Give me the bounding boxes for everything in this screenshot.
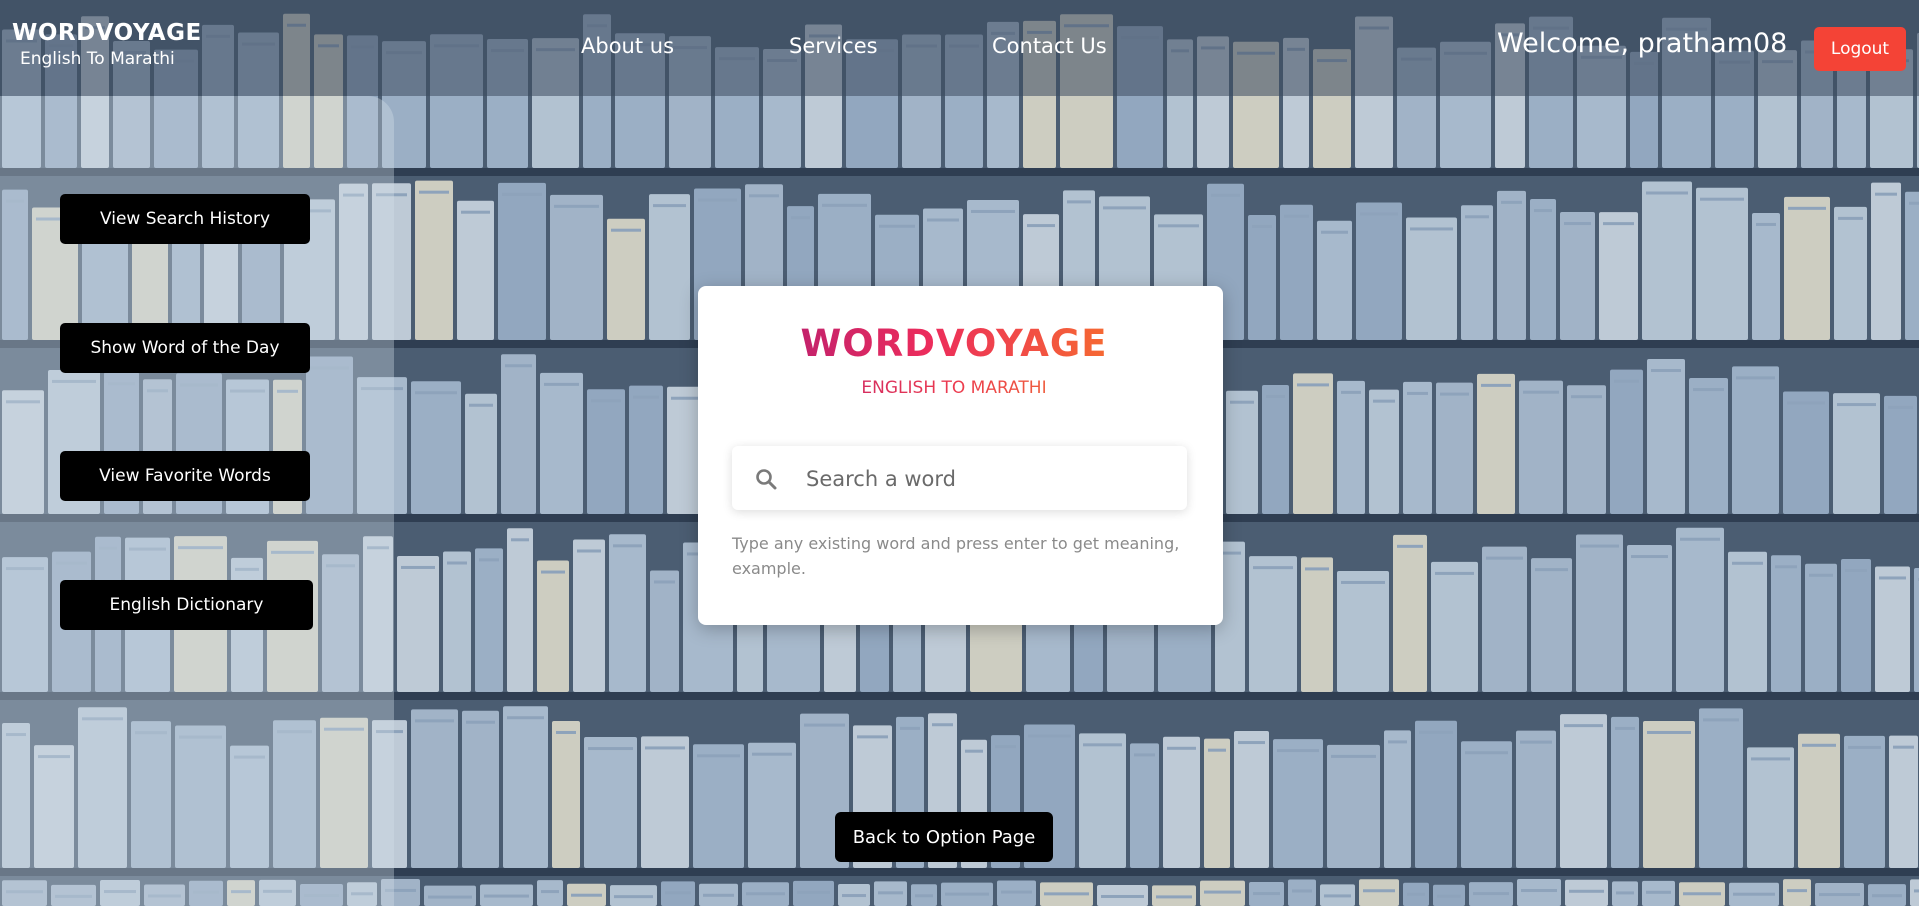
search-icon[interactable] [754, 467, 778, 491]
top-navbar: WORDVOYAGE English To Marathi About us S… [0, 0, 1919, 96]
welcome-message: Welcome, pratham08 [1497, 28, 1788, 59]
english-dictionary-button[interactable]: English Dictionary [60, 580, 313, 630]
search-box[interactable] [732, 446, 1187, 510]
search-input[interactable] [804, 456, 1168, 502]
logout-button[interactable]: Logout [1814, 27, 1906, 71]
back-to-option-page-button[interactable]: Back to Option Page [835, 812, 1053, 862]
view-search-history-button[interactable]: View Search History [60, 194, 310, 244]
nav-about-link[interactable]: About us [581, 34, 674, 58]
brand-subtitle: English To Marathi [20, 49, 175, 69]
nav-services-link[interactable]: Services [789, 34, 878, 58]
brand-title[interactable]: WORDVOYAGE [12, 18, 202, 48]
search-hint: Type any existing word and press enter t… [732, 534, 1180, 578]
word-of-the-day-button[interactable]: Show Word of the Day [60, 323, 310, 373]
brand: WORDVOYAGE English To Marathi [12, 18, 202, 70]
card-subtitle: ENGLISH TO MARATHI [698, 378, 1210, 398]
nav-contact-link[interactable]: Contact Us [992, 34, 1107, 58]
search-card: WORDVOYAGE ENGLISH TO MARATHI Type any e… [698, 286, 1223, 625]
view-favorite-words-button[interactable]: View Favorite Words [60, 451, 310, 501]
sidebar: View Search History Show Word of the Day… [0, 96, 394, 906]
card-title: WORDVOYAGE [698, 322, 1210, 365]
